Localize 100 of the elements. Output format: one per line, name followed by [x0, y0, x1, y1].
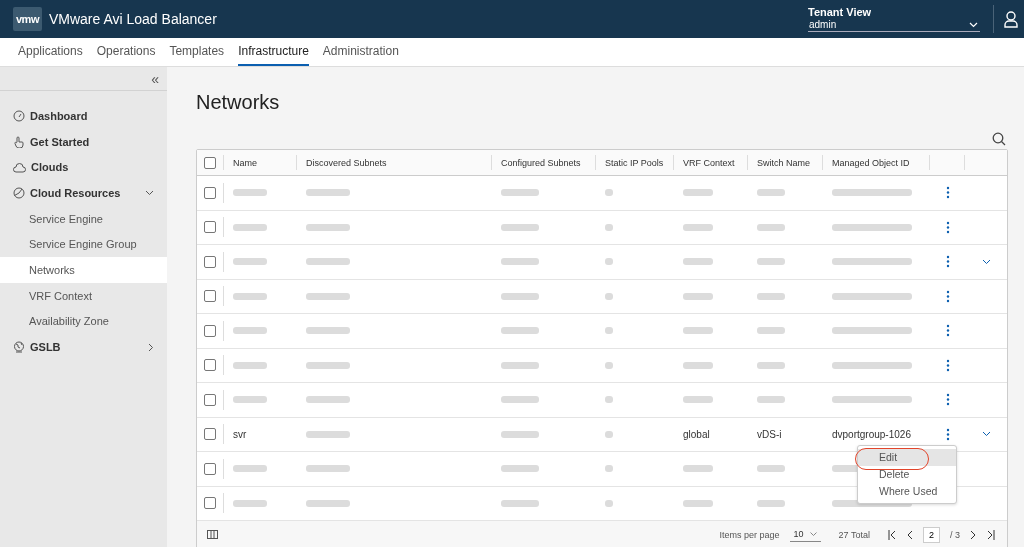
checkbox[interactable]: [204, 255, 216, 268]
search-icon[interactable]: [992, 132, 1006, 146]
nav-tab[interactable]: Administration: [322, 38, 399, 66]
menu-item[interactable]: Delete: [858, 465, 956, 483]
redacted-text: [233, 396, 267, 404]
more-options-icon[interactable]: [945, 358, 950, 372]
sidebar-subitem[interactable]: Service Engine: [0, 205, 167, 232]
sidebar-item[interactable]: GSLB: [0, 334, 167, 360]
redacted-text: [501, 292, 539, 300]
checkbox[interactable]: [204, 186, 216, 199]
redacted-text: [233, 499, 267, 507]
redacted-text: [605, 258, 613, 266]
nav-tab[interactable]: Operations: [96, 38, 156, 66]
redacted-text: [501, 430, 539, 438]
chevron-down-icon: [145, 189, 154, 196]
column-header[interactable]: Switch Name: [747, 155, 822, 170]
redacted-text: [757, 258, 785, 266]
redacted-text: [605, 223, 613, 231]
table-cell: svr: [233, 428, 247, 440]
redacted-text: [501, 361, 539, 369]
chevron-down-icon: [969, 21, 978, 28]
more-options-icon[interactable]: [945, 393, 950, 407]
redacted-text: [306, 361, 350, 369]
more-options-icon[interactable]: [945, 324, 950, 338]
column-header[interactable]: VRF Context: [673, 155, 747, 170]
previous-page-icon[interactable]: [906, 529, 913, 540]
nav-tab[interactable]: Templates: [169, 38, 225, 66]
checkbox[interactable]: [204, 497, 216, 510]
items-per-page-label: Items per page: [719, 529, 780, 540]
checkbox[interactable]: [204, 359, 216, 372]
redacted-text: [501, 223, 539, 231]
checkbox[interactable]: [204, 290, 216, 303]
redacted-text: [501, 499, 539, 507]
checkbox[interactable]: [204, 428, 216, 441]
gauge-icon: [13, 109, 25, 122]
first-page-icon[interactable]: [887, 529, 897, 540]
checkbox[interactable]: [204, 462, 216, 475]
more-options-icon[interactable]: [945, 255, 950, 269]
menu-item[interactable]: Edit: [858, 448, 956, 466]
redacted-text: [306, 499, 350, 507]
redacted-text: [757, 499, 785, 507]
checkbox[interactable]: [204, 156, 216, 169]
redacted-text: [501, 396, 539, 404]
nav-tab[interactable]: Infrastructure: [238, 38, 309, 66]
redacted-text: [233, 465, 267, 473]
tenant-select[interactable]: admin: [808, 18, 980, 32]
items-per-page-select[interactable]: 10: [789, 527, 821, 542]
redacted-text: [605, 292, 613, 300]
redacted-text: [306, 189, 350, 197]
chevron-down-icon[interactable]: [981, 431, 991, 438]
total-count: 27 Total: [838, 529, 870, 540]
collapse-button[interactable]: «: [151, 70, 159, 87]
more-options-icon[interactable]: [945, 186, 950, 200]
page-field[interactable]: 2: [922, 526, 940, 543]
sidebar-subitem[interactable]: VRF Context: [0, 282, 167, 309]
column-header[interactable]: Static IP Pools: [595, 155, 673, 170]
chevron-down-icon: [809, 531, 817, 537]
chevron-down-icon[interactable]: [981, 258, 991, 265]
page-count: / 3: [950, 529, 960, 540]
columns-icon[interactable]: [207, 530, 218, 539]
menu-item[interactable]: Where Used: [858, 482, 956, 500]
redacted-text: [605, 327, 613, 335]
sidebar-subitem[interactable]: Service Engine Group: [0, 231, 167, 258]
redacted-text: [683, 292, 713, 300]
user-icon[interactable]: [1004, 10, 1018, 28]
nav-tab[interactable]: Applications: [18, 38, 83, 66]
more-options-icon[interactable]: [945, 289, 950, 303]
sidebar-subitem[interactable]: Networks: [0, 257, 167, 283]
redacted-text: [306, 396, 350, 404]
sidebar-item[interactable]: Cloud Resources: [0, 180, 167, 206]
hand-icon: [13, 135, 25, 148]
redacted-text: [683, 327, 713, 335]
column-header[interactable]: Configured Subnets: [491, 155, 595, 170]
redacted-text: [306, 258, 350, 266]
column-header[interactable]: Name: [223, 155, 296, 170]
redacted-text: [605, 361, 613, 369]
tenant-label: Tenant View: [808, 6, 873, 18]
sidebar-item[interactable]: Clouds: [0, 154, 167, 181]
redacted-text: [233, 327, 267, 335]
redacted-text: [683, 223, 713, 231]
checkbox[interactable]: [204, 324, 216, 337]
more-options-icon[interactable]: [945, 427, 950, 441]
sidebar-subitem[interactable]: Availability Zone: [0, 308, 167, 335]
column-header[interactable]: Managed Object ID: [822, 155, 929, 170]
checkbox[interactable]: [204, 221, 216, 234]
next-page-icon[interactable]: [970, 529, 976, 540]
sidebar-item[interactable]: Dashboard: [0, 103, 167, 129]
column-header[interactable]: Discovered Subnets: [296, 155, 491, 170]
checkbox[interactable]: [204, 393, 216, 406]
sidebar-item[interactable]: Get Started: [0, 128, 167, 155]
last-page-icon[interactable]: [986, 529, 995, 540]
redacted-text: [501, 258, 539, 266]
more-options-icon[interactable]: [945, 220, 950, 234]
page-title: Networks: [196, 91, 281, 114]
cloud-icon: [13, 161, 26, 173]
table-cell: global: [683, 428, 710, 440]
redacted-text: [757, 465, 785, 473]
globe-icon: [13, 341, 25, 354]
redacted-text: [757, 189, 785, 197]
table-cell: vDS-i: [757, 428, 782, 440]
